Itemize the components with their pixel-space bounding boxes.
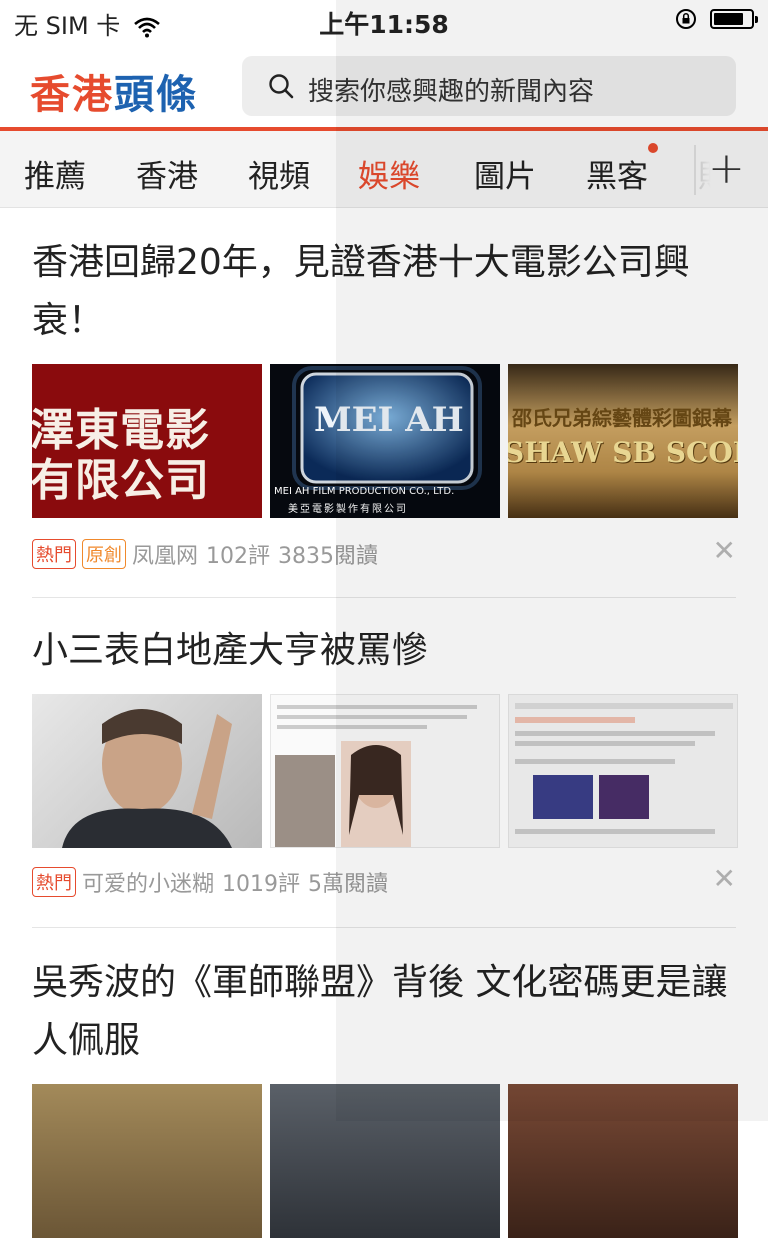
portrait-art — [62, 709, 232, 848]
comments-art — [515, 703, 733, 834]
meiah-logo-text: MEI AH — [314, 400, 464, 440]
battery-icon — [710, 9, 758, 29]
thumb-text-2: 有限公司 — [32, 455, 210, 506]
thumbnail-image[interactable]: MEI AH MEI AH FILM PRODUCTION CO., LTD. … — [270, 364, 500, 518]
tab-pictures[interactable]: 圖片 — [474, 151, 536, 196]
article-reads: 3835閱讀 — [278, 544, 379, 569]
thumbnail-image[interactable] — [270, 694, 500, 848]
article-title[interactable]: 小三表白地產大亨被罵慘 — [32, 622, 736, 680]
logo-part1: 香港 — [30, 72, 114, 118]
hot-tag: 熱門 — [32, 867, 76, 897]
article-source: 可爱的小迷糊 — [82, 872, 215, 897]
thumbnail-image[interactable] — [32, 1084, 262, 1238]
screenshot-art — [275, 705, 477, 847]
article-meta: 熱門 可爱的小迷糊 1019評 5萬閱讀 — [32, 866, 396, 898]
dismiss-icon[interactable]: ✕ — [713, 862, 736, 895]
category-tabs: 推薦 香港 視頻 娛樂 圖片 黑客 財 + — [0, 131, 768, 208]
tab-video[interactable]: 視頻 — [248, 151, 310, 196]
dismiss-icon[interactable]: ✕ — [713, 534, 736, 567]
plus-icon[interactable]: + — [708, 143, 745, 194]
original-tag: 原創 — [82, 539, 126, 569]
hot-tag: 熱門 — [32, 539, 76, 569]
app-header: 香港頭條 搜索你感興趣的新聞內容 — [0, 44, 768, 128]
article-title[interactable]: 香港回歸20年，見證香港十大電影公司興衰！ — [32, 234, 736, 350]
thumbnail-image[interactable] — [32, 694, 262, 848]
article-thumbnails: 澤東電影 有限公司 MEI AH MEI AH FILM PRODUCTION … — [32, 364, 738, 518]
thumbnail-image[interactable] — [508, 1084, 738, 1238]
search-bar[interactable]: 搜索你感興趣的新聞內容 — [242, 56, 736, 116]
status-right — [675, 8, 758, 30]
thumbnail-image[interactable]: 邵氏兄弟綜藝體彩圖銀幕 SHAW SB SCOPE — [508, 364, 738, 518]
tab-hacker-label: 黑客 — [586, 159, 648, 195]
tab-hacker[interactable]: 黑客 — [586, 143, 658, 196]
thumbnail-image[interactable] — [508, 694, 738, 848]
article-source: 凤凰网 — [132, 544, 199, 569]
article-comments: 1019評 — [222, 872, 301, 897]
status-bar: 无 SIM 卡 上午11:58 — [0, 0, 768, 44]
article-reads: 5萬閱讀 — [308, 872, 389, 897]
article-meta: 熱門 原創 凤凰网 102評 3835閱讀 — [32, 538, 386, 570]
tab-entertainment[interactable]: 娛樂 — [358, 151, 420, 196]
new-badge-dot — [648, 143, 658, 153]
search-icon — [269, 74, 294, 99]
app-logo[interactable]: 香港頭條 — [30, 62, 198, 120]
divider — [32, 927, 736, 928]
tabs-separator — [694, 145, 696, 195]
meiah-caption2: 美亞電影製作有限公司 — [288, 504, 408, 515]
logo-part2: 頭條 — [114, 72, 198, 118]
article-item[interactable]: 小三表白地產大亨被罵慘 熱門 可爱的小迷糊 1019評 5萬閱讀 ✕ — [32, 622, 738, 897]
status-time: 上午11:58 — [319, 10, 449, 39]
article-thumbnails — [32, 1084, 738, 1238]
shaw-logo: SHAW SB SCOPE — [508, 436, 738, 469]
thumbnail-image[interactable] — [270, 1084, 500, 1238]
shaw-banner: 邵氏兄弟綜藝體彩圖銀幕 — [512, 406, 732, 430]
divider — [32, 597, 736, 598]
article-title[interactable]: 吳秀波的《軍師聯盟》背後 文化密碼更是讓人佩服 — [32, 954, 736, 1070]
thumbnail-image[interactable]: 澤東電影 有限公司 — [32, 364, 262, 518]
search-placeholder: 搜索你感興趣的新聞內容 — [308, 77, 595, 107]
rotation-lock-icon — [675, 9, 696, 29]
meiah-caption: MEI AH FILM PRODUCTION CO., LTD. — [274, 486, 455, 497]
tab-recommended[interactable]: 推薦 — [24, 151, 86, 196]
article-thumbnails — [32, 694, 738, 848]
article-item[interactable]: 吳秀波的《軍師聯盟》背後 文化密碼更是讓人佩服 — [32, 954, 738, 1238]
tab-hongkong[interactable]: 香港 — [136, 151, 198, 196]
article-comments: 102評 — [206, 544, 271, 569]
article-item[interactable]: 香港回歸20年，見證香港十大電影公司興衰！ 澤東電影 有限公司 MEI AH M… — [32, 234, 738, 569]
